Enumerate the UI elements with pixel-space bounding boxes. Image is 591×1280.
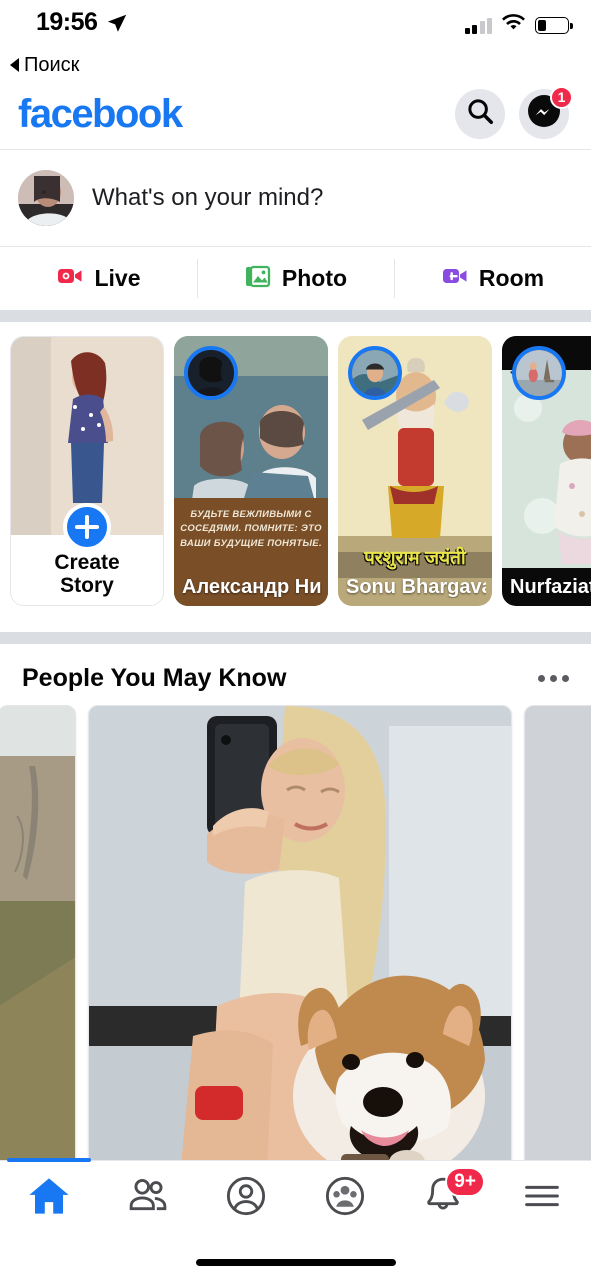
- photo-icon: [244, 262, 272, 295]
- status-bar: 19:56: [0, 0, 591, 52]
- photo-button[interactable]: Photo: [197, 247, 394, 310]
- story-author-avatar[interactable]: [348, 346, 402, 400]
- post-composer[interactable]: What's on your mind?: [0, 150, 591, 246]
- messenger-button[interactable]: 1: [519, 85, 573, 139]
- person-photo: [0, 706, 75, 1174]
- friends-icon: [125, 1173, 171, 1224]
- nav-item-profile[interactable]: [197, 1161, 296, 1235]
- header-actions: 1: [455, 85, 573, 139]
- story-card[interactable]: Nurfaziat: [502, 336, 591, 606]
- home-icon: [26, 1173, 72, 1224]
- avatar[interactable]: [18, 170, 74, 226]
- story-card[interactable]: Будьте вежливыми с соседями. Помните: эт…: [174, 336, 328, 606]
- location-arrow-icon: [106, 12, 128, 39]
- battery-icon: [535, 17, 573, 34]
- more-options-icon[interactable]: [538, 675, 569, 682]
- nav-item-friends[interactable]: [99, 1161, 198, 1235]
- status-time: 19:56: [36, 8, 98, 36]
- person-photo: [525, 706, 591, 1174]
- room-button[interactable]: Room: [394, 247, 591, 310]
- composer-action-bar: Live Photo Room: [0, 246, 591, 310]
- back-triangle-icon: [10, 58, 19, 72]
- list-item[interactable]: [0, 705, 76, 1175]
- active-tab-indicator: [7, 1158, 92, 1162]
- list-item[interactable]: [88, 705, 512, 1175]
- section-divider: [0, 310, 591, 322]
- page-title: People You May Know: [22, 664, 287, 692]
- app-header: facebook 1: [0, 78, 591, 150]
- live-video-icon: [56, 262, 84, 295]
- search-button[interactable]: [455, 88, 505, 139]
- create-story-card[interactable]: Create Story: [10, 336, 164, 606]
- bottom-navigation: 9+: [0, 1158, 591, 1280]
- story-author-name: Nurfaziat: [510, 575, 591, 598]
- story-caption: परशुराम जयंती: [364, 548, 466, 569]
- list-item[interactable]: [524, 705, 591, 1175]
- photo-label: Photo: [281, 265, 348, 291]
- messenger-badge: 1: [550, 85, 573, 109]
- nav-item-groups[interactable]: [296, 1161, 395, 1235]
- search-icon: [465, 96, 495, 131]
- room-video-icon: [441, 262, 469, 295]
- nav-item-home[interactable]: [0, 1158, 99, 1235]
- nav-item-notifications[interactable]: 9+: [394, 1161, 493, 1235]
- facebook-app-screen: 19:56 Поиск facebook 1 What's on your mi…: [0, 0, 591, 1280]
- live-label: Live: [94, 265, 141, 291]
- home-indicator: [195, 1259, 396, 1266]
- create-story-label-line2: Story: [60, 573, 114, 597]
- nav-item-menu[interactable]: [493, 1161, 591, 1235]
- story-author-avatar[interactable]: [184, 346, 238, 400]
- section-divider: [0, 632, 591, 644]
- notifications-badge: 9+: [445, 1167, 485, 1197]
- story-author-name: Sonu Bhargava: [346, 575, 486, 598]
- live-button[interactable]: Live: [0, 247, 197, 310]
- profile-icon: [223, 1173, 269, 1224]
- status-indicators: [464, 14, 573, 37]
- composer-placeholder: What's on your mind?: [92, 184, 324, 211]
- story-author-name: Александр Николаевич: [182, 575, 322, 598]
- facebook-logo[interactable]: facebook: [18, 94, 183, 134]
- people-you-may-know-header: People You May Know: [0, 644, 591, 705]
- back-to-app-link[interactable]: Поиск: [0, 52, 591, 78]
- people-you-may-know-carousel[interactable]: [0, 705, 591, 1175]
- cellular-signal-icon: [464, 17, 492, 34]
- hamburger-menu-icon: [519, 1173, 565, 1224]
- groups-icon: [322, 1173, 368, 1224]
- story-card[interactable]: परशुराम जयंती Sonu Bhargava: [338, 336, 492, 606]
- create-story-label-line1: Create: [54, 550, 120, 574]
- room-label: Room: [478, 265, 545, 291]
- back-label: Поиск: [24, 53, 80, 76]
- stories-carousel[interactable]: Create Story БУДЬТЕ ВЕЖЛИВЫМИ С СОСЕДЯМИ…: [0, 322, 591, 632]
- story-author-avatar[interactable]: [512, 346, 566, 400]
- person-photo: [89, 706, 511, 1174]
- wifi-icon: [501, 14, 526, 37]
- plus-icon[interactable]: [63, 503, 111, 551]
